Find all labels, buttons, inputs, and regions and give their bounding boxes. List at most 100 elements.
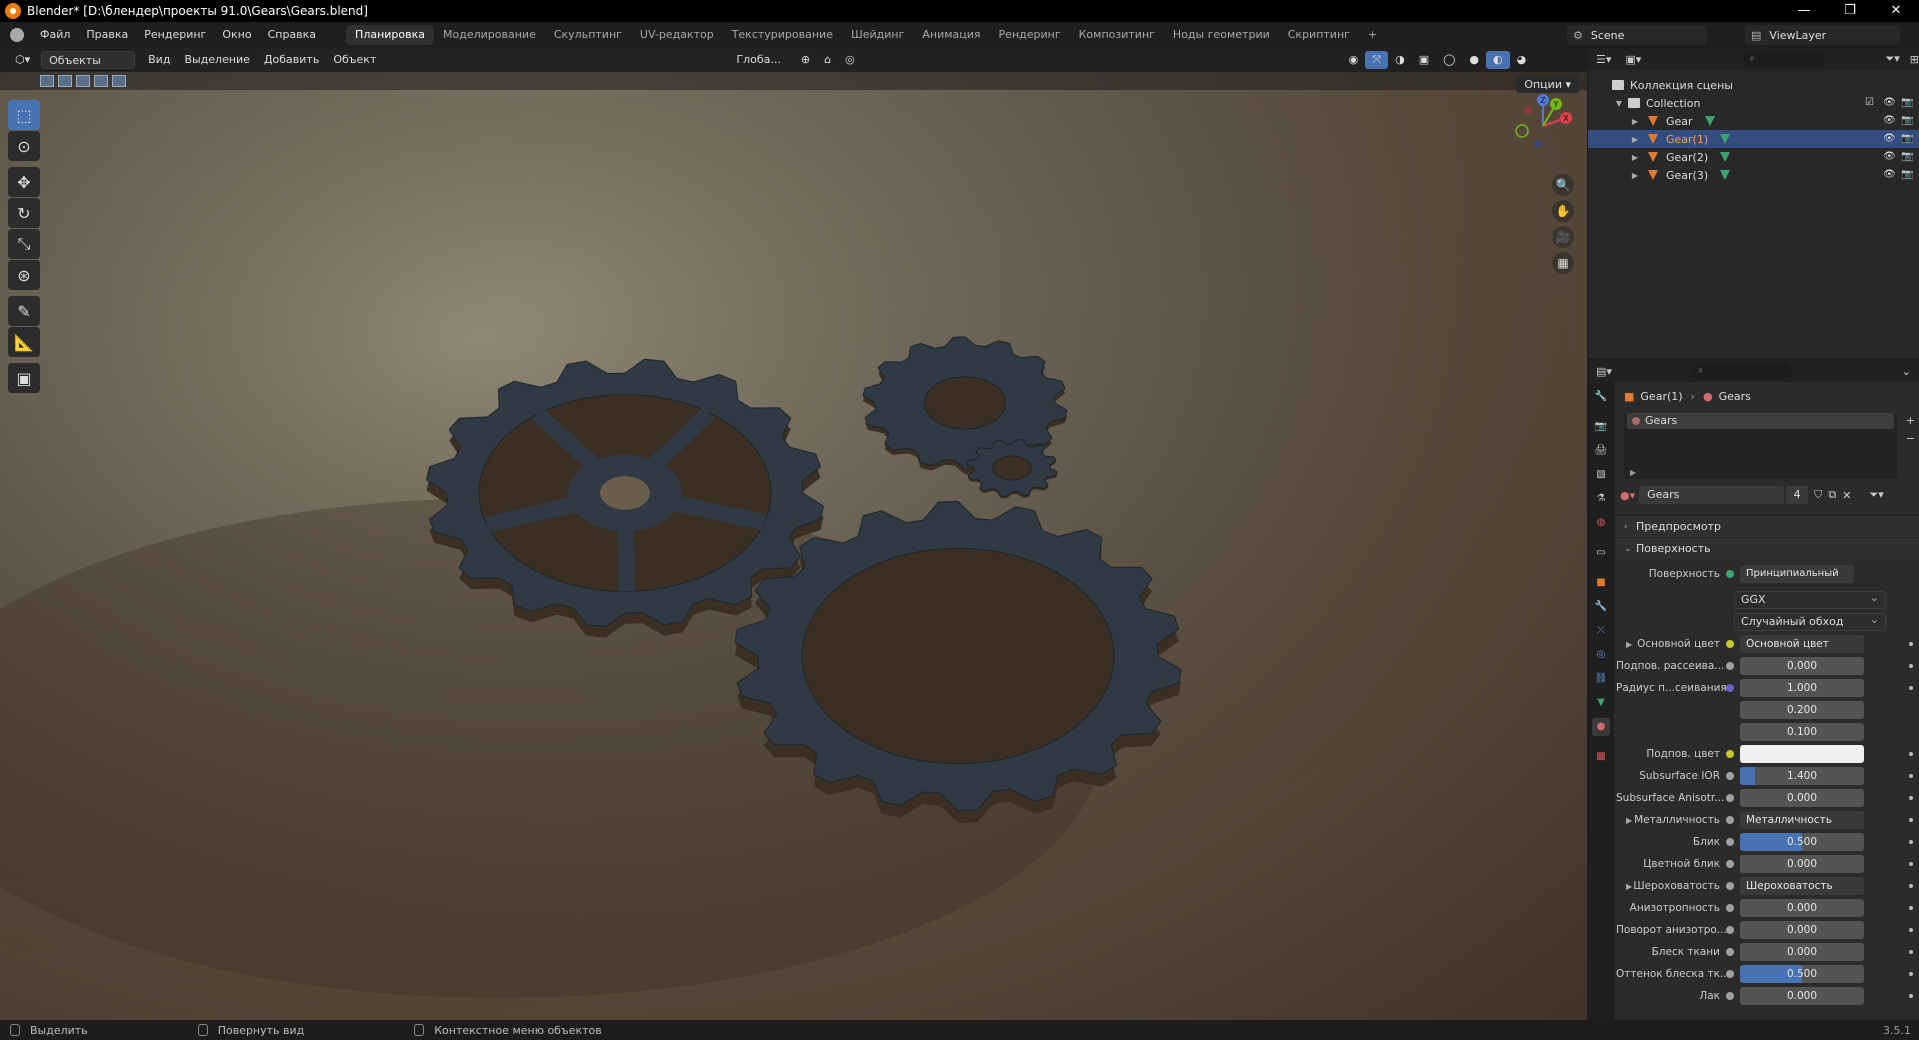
overlay-icon[interactable]: ◑ — [1388, 51, 1412, 69]
select-mode-subtract-icon[interactable] — [76, 75, 90, 87]
transform-orientation-dropdown[interactable]: Глоба... — [729, 51, 787, 69]
new-collection-icon[interactable]: ⊞ — [1910, 53, 1919, 66]
outliner-object-row[interactable]: ▶ Gear(2) 👁 📷 — [1588, 148, 1919, 166]
expand-input-icon[interactable]: ▶ — [1626, 882, 1632, 891]
rotate-tool-icon[interactable]: ↻ — [8, 198, 40, 228]
texture-tab-icon[interactable]: ▩ — [1592, 748, 1610, 766]
view-layer-selector[interactable]: ▤ ViewLayer — [1745, 25, 1900, 45]
add-workspace-button[interactable]: + — [1359, 25, 1386, 45]
small-gear[interactable] — [966, 438, 1058, 499]
scene-tab-icon[interactable]: ⚗ — [1592, 490, 1610, 508]
annotate-tool-icon[interactable]: ✎ — [8, 296, 40, 326]
material-users-count[interactable]: 4 — [1786, 486, 1809, 504]
surface-shader-field[interactable]: Принципиальный BSDF — [1740, 565, 1854, 583]
camera-view-icon[interactable]: 🎥 — [1552, 226, 1574, 248]
select-box-tool-icon[interactable]: ⬚ — [8, 100, 40, 130]
number-field[interactable]: 0.200 — [1740, 701, 1864, 719]
particles-tab-icon[interactable]: ⤫ — [1592, 622, 1610, 640]
shading-material-icon[interactable]: ◐ — [1486, 51, 1510, 69]
scene-collection-row[interactable]: Коллекция сцены — [1588, 76, 1919, 94]
material-browse-icon[interactable]: ●▾ — [1620, 489, 1635, 502]
collection-row[interactable]: ▼ Collection ☑ 👁 📷 — [1588, 94, 1919, 112]
camera-icon[interactable]: 📷 — [1901, 152, 1913, 162]
menu-help[interactable]: Справка — [260, 22, 324, 48]
menu-file[interactable]: Файл — [32, 22, 78, 48]
outliner-object-row[interactable]: ▶ Gear(3) 👁 📷 — [1588, 166, 1919, 184]
distribution-dropdown[interactable]: GGX — [1734, 590, 1886, 609]
camera-icon[interactable]: 📷 — [1901, 116, 1913, 126]
keyframe-dot-icon[interactable] — [1909, 664, 1913, 668]
keyframe-dot-icon[interactable] — [1909, 994, 1913, 998]
object-tab-icon[interactable]: ■ — [1592, 574, 1610, 592]
keyframe-dot-icon[interactable] — [1909, 774, 1913, 778]
collapse-arrow-icon[interactable]: ▼ — [1614, 99, 1624, 108]
mesh-data-icon[interactable] — [1720, 170, 1731, 180]
number-field[interactable]: 0.000 — [1740, 899, 1864, 917]
outliner-search-input[interactable]: ⌕ — [1743, 51, 1826, 67]
world-tab-icon[interactable]: ◍ — [1592, 514, 1610, 532]
input-socket-icon[interactable] — [1726, 860, 1734, 868]
constraints-tab-icon[interactable]: ⛓ — [1592, 670, 1610, 688]
subsurface-method-dropdown[interactable]: Случайный обход — [1734, 612, 1886, 631]
gizmo-toggle-icon[interactable]: ⤧ — [1365, 51, 1389, 69]
pan-hand-icon[interactable]: ✋ — [1552, 200, 1574, 222]
shading-solid-icon[interactable]: ● — [1462, 51, 1486, 69]
zoom-icon[interactable]: 🔍 — [1552, 174, 1574, 196]
transform-tool-icon[interactable]: ⊛ — [8, 260, 40, 290]
fake-user-icon[interactable]: ⛉ — [1814, 488, 1822, 502]
camera-icon[interactable]: 📷 — [1901, 134, 1913, 144]
outliner-object-row-selected[interactable]: ▶ Gear(1) 👁 📷 — [1588, 130, 1919, 148]
xray-icon[interactable]: ▣ — [1412, 51, 1436, 69]
data-tab-icon[interactable]: ▼ — [1592, 694, 1610, 712]
number-field[interactable]: 0.000 — [1740, 987, 1864, 1005]
tab-modeling[interactable]: Моделирование — [434, 25, 545, 45]
select-mode-extend-icon[interactable] — [58, 75, 72, 87]
expand-arrow-icon[interactable]: ▶ — [1630, 153, 1640, 162]
keyframe-dot-icon[interactable] — [1909, 862, 1913, 866]
outliner-type-icon[interactable]: ☰▾ — [1596, 53, 1611, 66]
tab-uv-editing[interactable]: UV-редактор — [631, 25, 723, 45]
tab-layout[interactable]: Планировка — [346, 25, 435, 45]
expand-arrow-icon[interactable]: ▶ — [1630, 135, 1640, 144]
collection-tab-icon[interactable]: ▭ — [1592, 544, 1610, 562]
eye-icon[interactable]: 👁 — [1883, 98, 1896, 108]
input-socket-icon[interactable] — [1726, 684, 1734, 692]
visibility-icon[interactable]: ◉ — [1342, 51, 1366, 69]
blender-menu-icon[interactable] — [10, 28, 24, 42]
keyframe-dot-icon[interactable] — [1909, 840, 1913, 844]
expand-input-icon[interactable]: ▶ — [1626, 640, 1632, 649]
number-field[interactable]: 0.000 — [1740, 855, 1864, 873]
keyframe-dot-icon[interactable] — [1909, 906, 1913, 910]
add-slot-icon[interactable]: + — [1906, 414, 1915, 427]
keyframe-dot-icon[interactable] — [1909, 950, 1913, 954]
keyframe-dot-icon[interactable] — [1909, 884, 1913, 888]
keyframe-dot-icon[interactable] — [1909, 642, 1913, 646]
shader-socket-icon[interactable] — [1726, 570, 1734, 578]
perspective-grid-icon[interactable]: ▦ — [1552, 252, 1574, 274]
move-tool-icon[interactable]: ✥ — [8, 167, 40, 197]
input-socket-icon[interactable] — [1726, 794, 1734, 802]
eye-icon[interactable]: 👁 — [1883, 116, 1896, 126]
navigation-gizmo[interactable]: Z X Y — [1508, 88, 1578, 158]
shading-wireframe-icon[interactable]: ◯ — [1436, 51, 1462, 69]
keyframe-dot-icon[interactable] — [1909, 928, 1913, 932]
eye-icon[interactable]: 👁 — [1883, 134, 1896, 144]
input-socket-icon[interactable] — [1726, 948, 1734, 956]
mesh-data-icon[interactable] — [1704, 116, 1715, 126]
scene-selector[interactable]: ⚙ Scene — [1567, 25, 1707, 45]
number-field[interactable]: 0.500 — [1740, 965, 1864, 983]
select-mode-intersect-icon[interactable] — [112, 75, 126, 87]
number-field[interactable]: 0.100 — [1740, 723, 1864, 741]
tab-compositing[interactable]: Композитинг — [1070, 25, 1164, 45]
close-button[interactable]: ✕ — [1873, 0, 1919, 22]
mesh-data-icon[interactable] — [1720, 152, 1731, 162]
number-field[interactable]: 0.000 — [1740, 789, 1864, 807]
link-filter-icon[interactable]: ⏷▾ — [1869, 488, 1883, 502]
keyframe-dot-icon[interactable] — [1909, 796, 1913, 800]
linked-input-field[interactable]: Шероховатость — [1740, 877, 1864, 895]
mode-dropdown[interactable]: Объекты — [41, 51, 136, 69]
render-tab-icon[interactable]: 📷 — [1592, 418, 1610, 436]
menu-object[interactable]: Объект — [326, 51, 383, 69]
input-socket-icon[interactable] — [1726, 926, 1734, 934]
tab-sculpting[interactable]: Скульптинг — [545, 25, 631, 45]
